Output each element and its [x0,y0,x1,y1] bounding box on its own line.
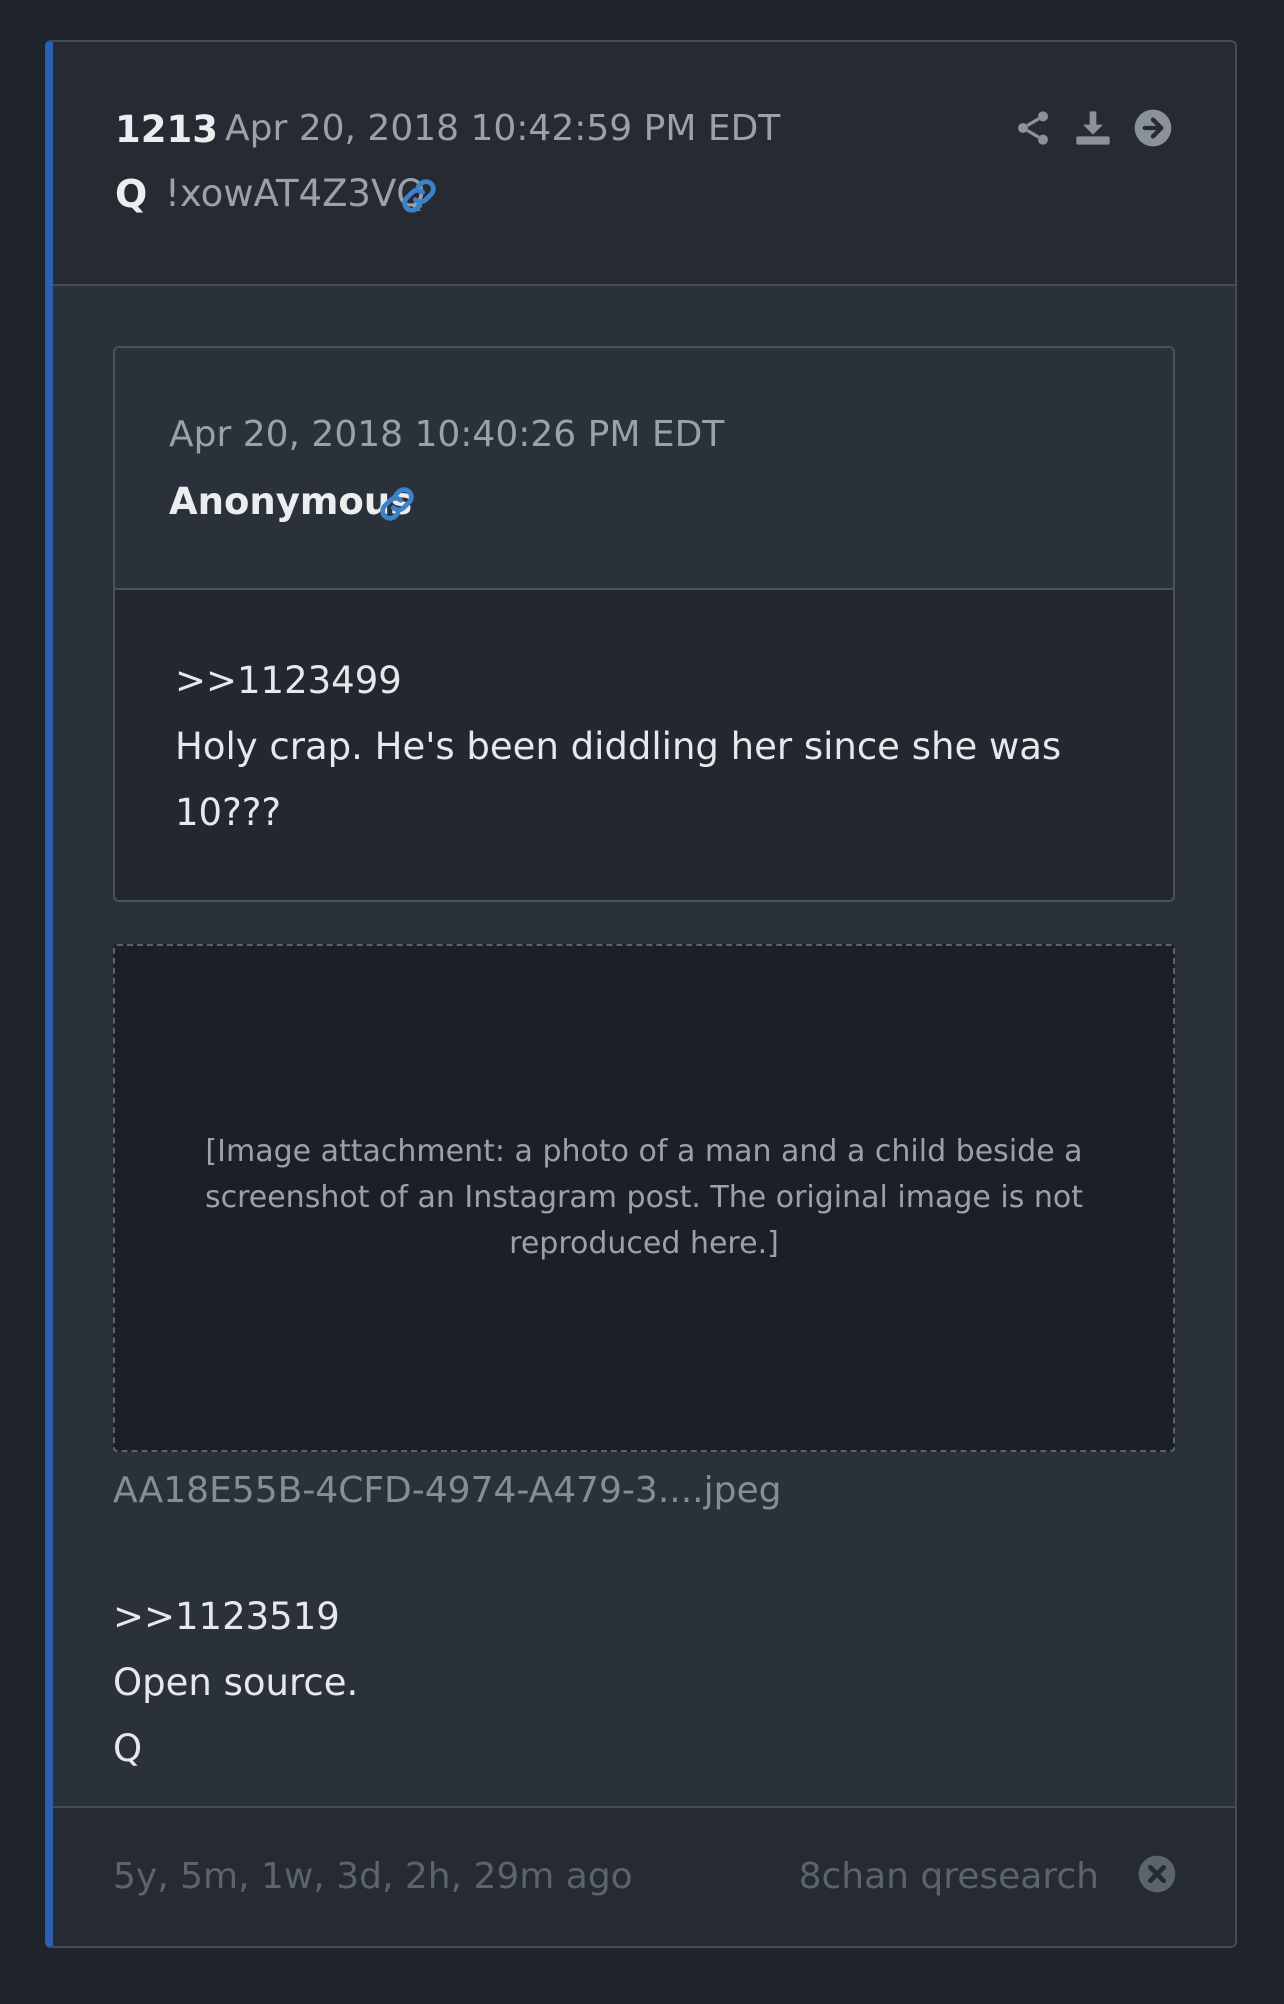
quote-reference[interactable]: >>1123499 [175,648,1095,714]
post-text: Open source. [113,1661,359,1704]
post-header: 1213 Apr 20, 2018 10:42:59 PM EDT Q !xow… [53,42,1235,286]
download-icon[interactable] [1073,108,1113,148]
attachment-filename[interactable]: AA18E55B-4CFD-4974-A479-3....jpeg [113,1470,781,1511]
quoted-post-date: Apr 20, 2018 10:40:26 PM EDT [169,414,725,455]
post-signature: Q [113,1727,143,1770]
post-source: 8chan qresearch [798,1856,1099,1897]
post-tripcode: !xowAT4Z3VQ [165,172,426,215]
arrow-right-icon[interactable] [1133,108,1173,148]
share-icon[interactable] [1013,108,1053,148]
quoted-post-body: >>1123499 Holy crap. He's been diddling … [175,648,1095,846]
post-author: Q [115,172,148,216]
quoted-post: Apr 20, 2018 10:40:26 PM EDT Anonymous >… [113,346,1175,902]
quoted-post-header: Apr 20, 2018 10:40:26 PM EDT Anonymous [115,348,1173,590]
quote-reference[interactable]: >>1123519 [113,1584,358,1650]
link-icon[interactable] [397,174,441,218]
quoted-post-text: Holy crap. He's been diddling her since … [175,725,1062,768]
post-number[interactable]: 1213 [115,108,218,151]
close-icon[interactable] [1137,1854,1177,1894]
post-card: 1213 Apr 20, 2018 10:42:59 PM EDT Q !xow… [45,40,1237,1948]
image-attachment-placeholder[interactable]: [Image attachment: a photo of a man and … [113,944,1175,1452]
link-icon[interactable] [375,482,419,526]
post-date: Apr 20, 2018 10:42:59 PM EDT [225,108,781,149]
post-body: >>1123519 Open source. Q [113,1584,358,1782]
elapsed-time: 5y, 5m, 1w, 3d, 2h, 29m ago [113,1856,633,1897]
quoted-post-text: 10??? [175,791,281,834]
post-footer: 5y, 5m, 1w, 3d, 2h, 29m ago 8chan qresea… [53,1806,1235,1946]
